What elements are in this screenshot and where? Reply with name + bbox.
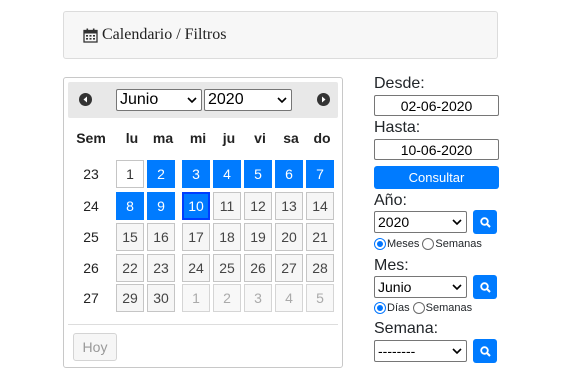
calendar-day[interactable]: 4 <box>275 284 303 312</box>
dias-radio[interactable] <box>374 302 386 314</box>
mes-radio-group: Días Semanas <box>374 301 475 315</box>
calendar-day[interactable]: 3 <box>182 160 210 188</box>
calendar-day[interactable]: 26 <box>244 254 272 282</box>
calendar-day[interactable]: 4 <box>213 160 241 188</box>
weekday-header-cell: ma <box>152 130 174 146</box>
calendar-day[interactable]: 5 <box>244 160 272 188</box>
calendar-day[interactable]: 10 <box>182 192 210 220</box>
week-number: 24 <box>83 198 99 214</box>
anio-radio-group: Meses Semanas <box>374 237 485 251</box>
search-icon <box>479 216 491 228</box>
mes-label: Mes: <box>374 257 409 274</box>
calendar-day[interactable]: 14 <box>306 192 334 220</box>
calendar-day[interactable]: 12 <box>244 192 272 220</box>
calendar-day[interactable]: 8 <box>116 192 144 220</box>
consult-button[interactable]: Consultar <box>374 166 499 189</box>
chevron-down-icon <box>452 348 462 355</box>
year-select-value: 2020 <box>208 91 244 108</box>
weekday-header-cell: mi <box>189 130 207 146</box>
semanas-radio-label: Semanas <box>435 238 482 250</box>
anio-label: Año: <box>374 192 407 209</box>
weekday-header-cell: vi <box>254 130 266 146</box>
breadcrumb-current: Filtros <box>184 26 227 43</box>
chevron-down-icon <box>277 97 287 104</box>
calendar-day[interactable]: 16 <box>147 223 175 251</box>
calendar-day[interactable]: 1 <box>182 284 210 312</box>
semanas-radio[interactable] <box>422 238 435 250</box>
next-month-icon[interactable] <box>317 93 330 106</box>
datepicker: Junio 2020 Sem lu ma mi ju vi sa do 23 1 2 3 4 5 6 7 24… <box>63 77 343 368</box>
hasta-label: Hasta: <box>374 119 421 136</box>
desde-field[interactable]: 02-06-2020 <box>374 95 499 116</box>
calendar-day[interactable]: 20 <box>275 223 303 251</box>
divider <box>68 324 338 325</box>
search-icon <box>479 345 491 357</box>
calendar-day[interactable]: 22 <box>116 254 144 282</box>
calendar-day[interactable]: 9 <box>147 192 175 220</box>
calendar-day[interactable]: 3 <box>244 284 272 312</box>
calendar-icon <box>83 28 98 43</box>
calendar-day[interactable]: 2 <box>213 284 241 312</box>
weekday-header-cell: do <box>313 130 331 146</box>
weekday-header: Sem lu ma mi ju vi sa do <box>64 130 344 150</box>
calendar-day[interactable]: 1 <box>116 160 144 188</box>
semana-label: Semana: <box>374 320 439 337</box>
chevron-down-icon <box>187 97 197 104</box>
calendar-day[interactable]: 29 <box>116 284 144 312</box>
month-select[interactable]: Junio <box>116 89 202 111</box>
today-button[interactable]: Hoy <box>73 333 117 361</box>
calendar-day[interactable]: 23 <box>147 254 175 282</box>
chevron-down-icon <box>452 219 462 226</box>
calendar-day[interactable]: 5 <box>306 284 334 312</box>
search-icon <box>479 281 491 293</box>
mes-select-value: Junio <box>378 279 412 295</box>
breadcrumb-separator: / <box>176 26 181 43</box>
calendar-day[interactable]: 17 <box>182 223 210 251</box>
prev-month-icon[interactable] <box>79 93 92 106</box>
breadcrumb-section[interactable]: Calendario <box>102 26 172 44</box>
dias-radio-label: Días <box>387 302 410 314</box>
meses-radio-label: Meses <box>387 238 420 250</box>
chevron-down-icon <box>452 284 462 291</box>
calendar-day[interactable]: 2 <box>147 160 175 188</box>
anio-select[interactable]: 2020 <box>374 211 467 233</box>
calendar-day[interactable]: 28 <box>306 254 334 282</box>
anio-search-button[interactable] <box>473 210 497 234</box>
calendar-day[interactable]: 24 <box>182 254 210 282</box>
calendar-day[interactable]: 27 <box>275 254 303 282</box>
weekday-header-cell: Sem <box>76 130 106 146</box>
calendar-day[interactable]: 7 <box>306 160 334 188</box>
semanas-radio[interactable] <box>412 302 425 314</box>
weekday-header-cell: ju <box>222 130 236 146</box>
calendar-day[interactable]: 19 <box>244 223 272 251</box>
calendar-day[interactable]: 13 <box>275 192 303 220</box>
weekday-header-cell: sa <box>283 130 299 146</box>
weekday-header-cell: lu <box>125 130 139 146</box>
semanas-radio-label: Semanas <box>425 302 473 314</box>
hasta-field[interactable]: 10-06-2020 <box>374 139 499 160</box>
semana-search-button[interactable] <box>473 339 497 363</box>
calendar-day[interactable]: 11 <box>213 192 241 220</box>
week-number: 23 <box>83 166 99 182</box>
week-number: 27 <box>83 290 99 306</box>
semana-select-value: -------- <box>378 343 416 359</box>
meses-radio[interactable] <box>374 238 386 250</box>
datepicker-header: Junio 2020 <box>68 82 338 118</box>
calendar-day[interactable]: 6 <box>275 160 303 188</box>
anio-select-value: 2020 <box>378 214 410 230</box>
mes-select[interactable]: Junio <box>374 276 467 298</box>
calendar-day[interactable]: 15 <box>116 223 144 251</box>
desde-label: Desde: <box>374 75 425 92</box>
mes-search-button[interactable] <box>473 275 497 299</box>
calendar-day[interactable]: 30 <box>147 284 175 312</box>
calendar-day[interactable]: 21 <box>306 223 334 251</box>
month-select-value: Junio <box>120 91 159 108</box>
year-select[interactable]: 2020 <box>204 89 292 111</box>
calendar-day[interactable]: 25 <box>213 254 241 282</box>
week-number: 26 <box>83 260 99 276</box>
semana-select[interactable]: -------- <box>374 340 467 362</box>
calendar-day[interactable]: 18 <box>213 223 241 251</box>
week-number: 25 <box>83 229 99 245</box>
breadcrumb: Calendario / Filtros <box>63 11 498 59</box>
